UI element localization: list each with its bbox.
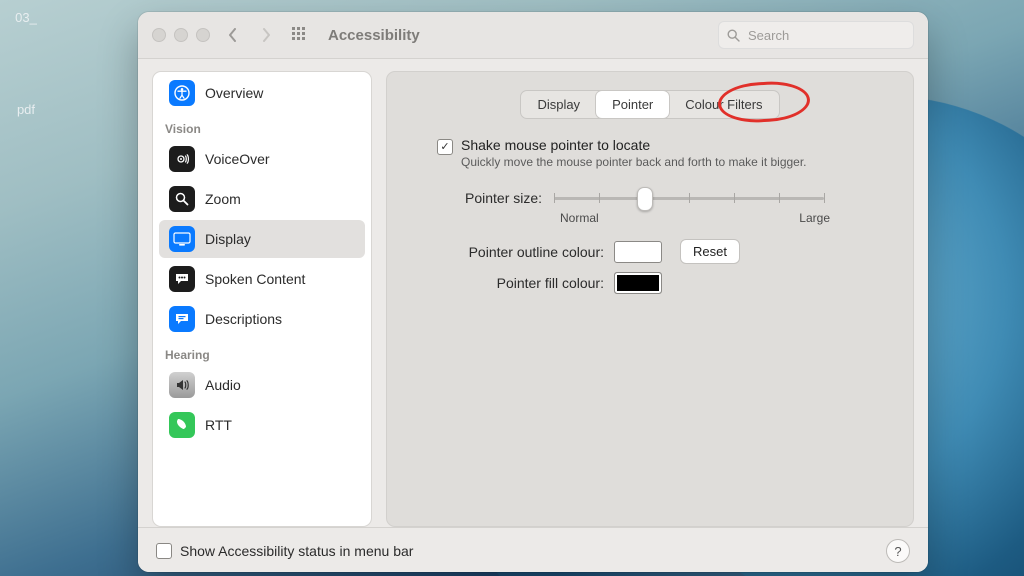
sidebar-item-descriptions[interactable]: Descriptions <box>159 300 365 338</box>
menubar-status-checkbox[interactable] <box>156 543 172 559</box>
zoom-icon <box>169 186 195 212</box>
speech-bubble-icon <box>169 266 195 292</box>
chevron-left-icon <box>228 28 237 42</box>
window-controls <box>152 28 210 42</box>
menubar-status-label: Show Accessibility status in menu bar <box>180 543 413 559</box>
sidebar-item-label: Audio <box>205 377 241 393</box>
sidebar-category: Hearing <box>153 340 371 364</box>
sidebar-item-label: Spoken Content <box>205 271 305 287</box>
window-titlebar: Accessibility <box>138 12 928 59</box>
sidebar-item-label: Display <box>205 231 251 247</box>
slider-min-label: Normal <box>560 211 599 225</box>
option-description: Quickly move the mouse pointer back and … <box>461 155 807 169</box>
descriptions-icon <box>169 306 195 332</box>
option-label: Shake mouse pointer to locate <box>461 137 807 153</box>
pointer-size-slider[interactable] <box>554 189 824 207</box>
window-title: Accessibility <box>328 27 420 44</box>
sidebar-item-zoom[interactable]: Zoom <box>159 180 365 218</box>
help-button[interactable]: ? <box>886 539 910 563</box>
sidebar-item-rtt[interactable]: RTT <box>159 406 365 444</box>
accessibility-icon <box>169 80 195 106</box>
phone-icon <box>169 412 195 438</box>
shake-to-locate-checkbox[interactable] <box>437 139 453 155</box>
tab-pointer[interactable]: Pointer <box>596 91 669 118</box>
sidebar: Overview Vision VoiceOver Zoom <box>152 71 372 527</box>
chevron-right-icon <box>262 28 271 42</box>
preferences-window: Accessibility Overview Vision <box>138 12 928 572</box>
slider-max-label: Large <box>799 211 830 225</box>
minimize-button[interactable] <box>174 28 188 42</box>
search-icon <box>727 29 740 42</box>
sidebar-item-spoken-content[interactable]: Spoken Content <box>159 260 365 298</box>
desktop-file-label[interactable]: 03_ <box>0 8 52 25</box>
sidebar-item-voiceover[interactable]: VoiceOver <box>159 140 365 178</box>
sidebar-item-label: VoiceOver <box>205 151 270 167</box>
tab-group: Display Pointer Colour Filters <box>520 90 779 119</box>
close-button[interactable] <box>152 28 166 42</box>
sidebar-item-label: RTT <box>205 417 232 433</box>
sidebar-item-audio[interactable]: Audio <box>159 366 365 404</box>
voiceover-icon <box>169 146 195 172</box>
outline-colour-well[interactable] <box>614 241 662 263</box>
settings-panel: Display Pointer Colour Filters Shake mou… <box>386 71 914 527</box>
tab-colour-filters[interactable]: Colour Filters <box>669 91 778 118</box>
pointer-size-label: Pointer size: <box>465 190 542 206</box>
sidebar-item-label: Descriptions <box>205 311 282 327</box>
outline-colour-label: Pointer outline colour: <box>409 244 604 260</box>
sidebar-item-overview[interactable]: Overview <box>159 74 365 112</box>
show-all-button[interactable] <box>288 23 312 47</box>
reset-button[interactable]: Reset <box>680 239 740 264</box>
desktop-background: 03_ pdf Accessibility <box>0 0 1024 576</box>
zoom-button[interactable] <box>196 28 210 42</box>
tab-display[interactable]: Display <box>521 91 596 118</box>
window-footer: Show Accessibility status in menu bar ? <box>138 527 928 572</box>
grid-icon <box>292 27 308 43</box>
sidebar-item-label: Overview <box>205 85 263 101</box>
sidebar-item-display[interactable]: Display <box>159 220 365 258</box>
display-icon <box>169 226 195 252</box>
fill-colour-label: Pointer fill colour: <box>409 275 604 291</box>
back-button[interactable] <box>220 23 244 47</box>
desktop-file-label[interactable]: pdf <box>0 100 52 117</box>
sidebar-category: Vision <box>153 114 371 138</box>
fill-colour-well[interactable] <box>614 272 662 294</box>
search-input[interactable] <box>746 27 905 44</box>
speaker-icon <box>169 372 195 398</box>
sidebar-item-label: Zoom <box>205 191 241 207</box>
forward-button[interactable] <box>254 23 278 47</box>
search-field[interactable] <box>718 21 914 49</box>
slider-thumb[interactable] <box>637 187 653 211</box>
